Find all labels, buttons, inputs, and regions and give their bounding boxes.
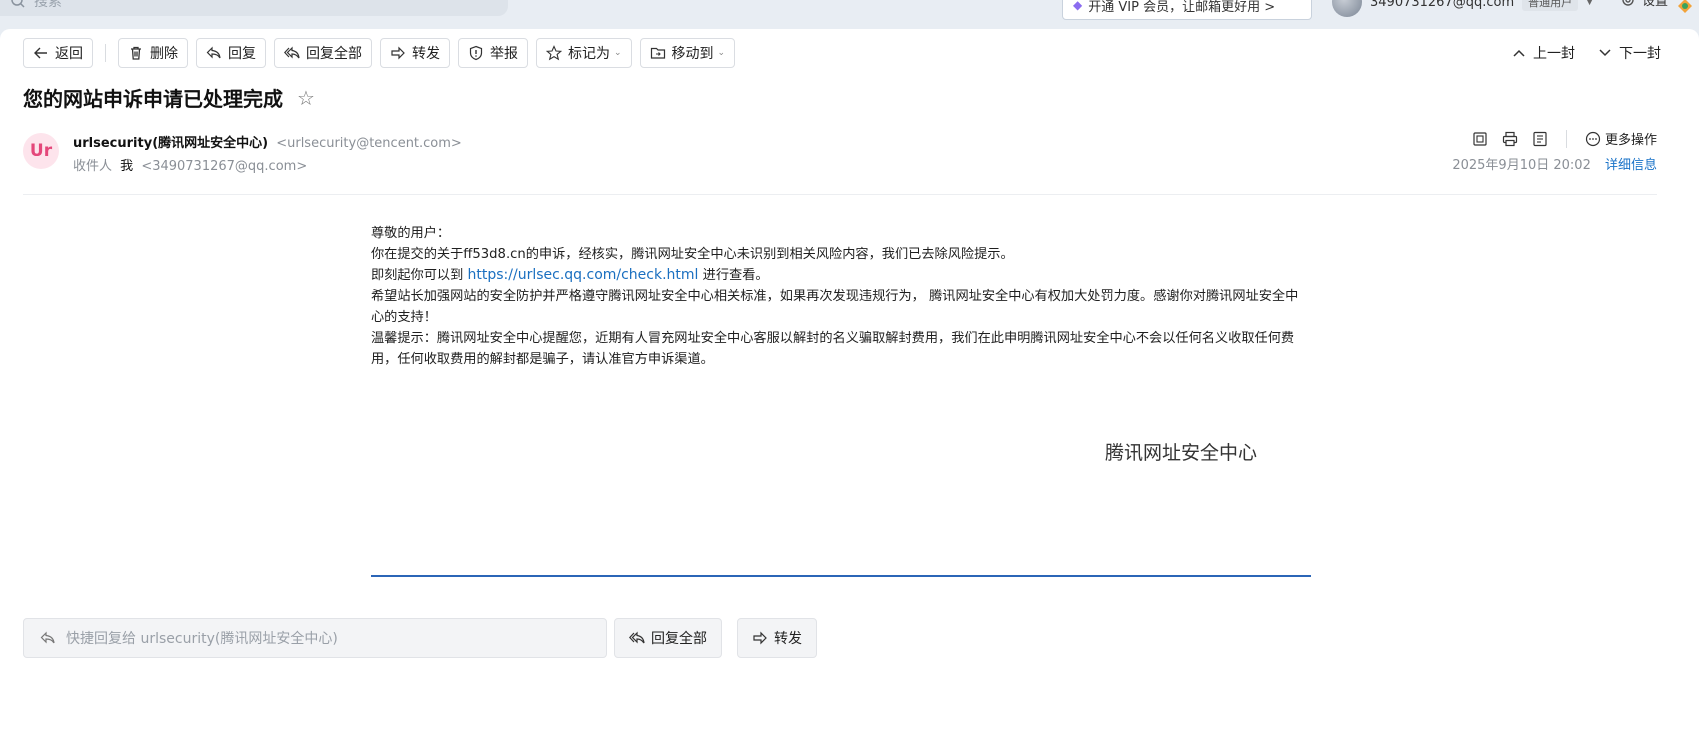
header-actions: 更多操作	[1472, 129, 1657, 148]
message-body: 尊敬的用户： 你在提交的关于ff53d8.cn的申诉，经核实，腾讯网址安全中心未…	[371, 223, 1311, 370]
extension-icon[interactable]	[1677, 0, 1693, 14]
recipient-label: 收件人	[73, 159, 113, 174]
more-actions-label: 更多操作	[1604, 133, 1657, 148]
message-navigation: 上一封 下一封	[1511, 37, 1661, 69]
report-label: 举报	[490, 46, 518, 62]
back-label: 返回	[55, 46, 83, 62]
quick-reply-input[interactable]: 快捷回复给 urlsecurity(腾讯网址安全中心)	[23, 618, 607, 658]
header-divider	[1565, 129, 1567, 148]
forward-icon	[391, 46, 405, 60]
chevron-down-icon: ⌄	[614, 48, 622, 58]
delete-button[interactable]: 删除	[118, 38, 188, 68]
settings-button[interactable]: 设置	[1620, 0, 1668, 9]
body-paragraph: 你在提交的关于ff53d8.cn的申诉，经核实，腾讯网址安全中心未识别到相关风险…	[371, 247, 1014, 262]
subject-row: 您的网站申诉申请已处理完成 ☆	[23, 83, 315, 112]
link-suffix: 进行查看。	[698, 268, 769, 283]
search-input[interactable]: 搜索	[0, 0, 508, 16]
body-paragraph: 即刻起你可以到 https://urlsec.qq.com/check.html…	[371, 265, 1311, 286]
header-meta: 2025年9月10日 20:02 详细信息	[1452, 154, 1657, 173]
mark-as-label: 标记为	[568, 46, 610, 62]
chevron-up-icon	[1513, 49, 1525, 57]
previous-label: 上一封	[1533, 46, 1575, 62]
reply-button[interactable]: 回复	[196, 38, 266, 68]
more-icon	[1585, 131, 1601, 146]
move-to-label: 移动到	[671, 46, 714, 62]
account-email: 3490731267@qq.com	[1370, 0, 1515, 10]
reply-icon	[206, 46, 221, 59]
chevron-down-icon	[1599, 49, 1611, 57]
forward-label: 转发	[774, 631, 802, 647]
avatar	[1332, 0, 1362, 17]
arrow-left-icon	[34, 47, 47, 59]
settings-label: 设置	[1642, 0, 1669, 9]
chevron-down-icon: ⌄	[717, 48, 726, 58]
shield-alert-icon	[469, 45, 483, 61]
folder-move-icon	[650, 47, 665, 59]
recipient-line: 收件人 我 <3490731267@qq.com>	[73, 155, 307, 174]
chevron-down-icon: ▼	[1586, 0, 1594, 7]
reply-label: 回复	[228, 46, 256, 62]
footer-rule	[371, 575, 1311, 577]
account-menu[interactable]: 3490731267@qq.com 普通用户 ▼	[1332, 0, 1594, 17]
body-paragraph: 温馨提示：腾讯网址安全中心提醒您，近期有人冒充网址安全中心客服以解封的名义骗取解…	[371, 331, 1295, 367]
next-message-button[interactable]: 下一封	[1597, 43, 1661, 63]
diamond-icon: ◆	[1073, 0, 1083, 12]
sender-address: <urlsecurity@tencent.com>	[276, 136, 462, 151]
details-link[interactable]: 详细信息	[1605, 158, 1657, 173]
reply-all-label: 回复全部	[306, 46, 362, 62]
reply-icon	[40, 631, 55, 644]
search-icon	[11, 0, 25, 8]
open-new-window-icon[interactable]	[1472, 131, 1488, 147]
top-bar: 搜索 ◆ 开通 VIP 会员，让邮箱更好用 > 3490731267@qq.co…	[0, 0, 1699, 30]
sender-line: urlsecurity(腾讯网址安全中心) <urlsecurity@tence…	[73, 132, 462, 151]
print-icon[interactable]	[1502, 131, 1518, 147]
reply-all-icon	[629, 631, 645, 644]
link-prefix: 即刻起你可以到	[371, 268, 468, 283]
previous-message-button[interactable]: 上一封	[1511, 43, 1575, 63]
greeting: 尊敬的用户：	[371, 226, 451, 241]
vip-banner[interactable]: ◆ 开通 VIP 会员，让邮箱更好用 >	[1062, 0, 1312, 20]
vip-banner-text: 开通 VIP 会员，让邮箱更好用 >	[1088, 0, 1276, 15]
account-badge: 普通用户	[1522, 0, 1579, 11]
toolbar-divider	[105, 44, 106, 62]
sender-name[interactable]: urlsecurity(腾讯网址安全中心)	[73, 136, 268, 151]
check-link[interactable]: https://urlsec.qq.com/check.html	[468, 267, 699, 283]
delete-label: 删除	[150, 46, 178, 62]
body-paragraph: 希望站长加强网站的安全防护并严格遵守腾讯网址安全中心相关标准，如果再次发现违规行…	[371, 289, 1299, 325]
mark-as-dropdown[interactable]: 标记为 ⌄	[536, 38, 632, 68]
back-button[interactable]: 返回	[23, 38, 93, 68]
avatar[interactable]: Ur	[23, 133, 59, 169]
page-title: 您的网站申诉申请已处理完成	[23, 87, 283, 111]
star-icon[interactable]: ☆	[297, 86, 315, 110]
move-to-dropdown[interactable]: 移动到 ⌄	[639, 38, 736, 68]
trash-icon	[131, 46, 141, 60]
forward-icon	[753, 631, 767, 645]
sent-time: 2025年9月10日 20:02	[1452, 158, 1591, 173]
header-divider-line	[23, 194, 1657, 195]
report-button[interactable]: 举报	[458, 38, 528, 68]
recipient-address: <3490731267@qq.com>	[141, 159, 308, 174]
forward-button[interactable]: 转发	[380, 38, 450, 68]
gear-icon	[1622, 0, 1634, 6]
signature: 腾讯网址安全中心	[1105, 442, 1258, 464]
next-label: 下一封	[1619, 46, 1661, 62]
more-actions-button[interactable]: 更多操作	[1585, 129, 1657, 148]
summary-icon[interactable]	[1532, 131, 1548, 147]
reply-all-icon	[284, 46, 300, 59]
forward-button[interactable]: 转发	[737, 618, 817, 658]
forward-label: 转发	[412, 46, 440, 62]
reply-all-label: 回复全部	[651, 631, 707, 647]
star-outline-icon	[546, 45, 562, 61]
recipient-me[interactable]: 我	[120, 159, 133, 174]
toolbar: 返回 删除 回复 回复全部 转发 举报 标记为 ⌄ 移动到 ⌄	[23, 37, 736, 69]
reply-all-button[interactable]: 回复全部	[614, 618, 722, 658]
reply-all-button[interactable]: 回复全部	[274, 38, 372, 68]
search-placeholder: 搜索	[34, 0, 62, 10]
quick-reply-placeholder: 快捷回复给 urlsecurity(腾讯网址安全中心)	[66, 631, 338, 647]
mail-reader: 返回 删除 回复 回复全部 转发 举报 标记为 ⌄ 移动到 ⌄ 上一封 下一封 …	[0, 29, 1699, 753]
